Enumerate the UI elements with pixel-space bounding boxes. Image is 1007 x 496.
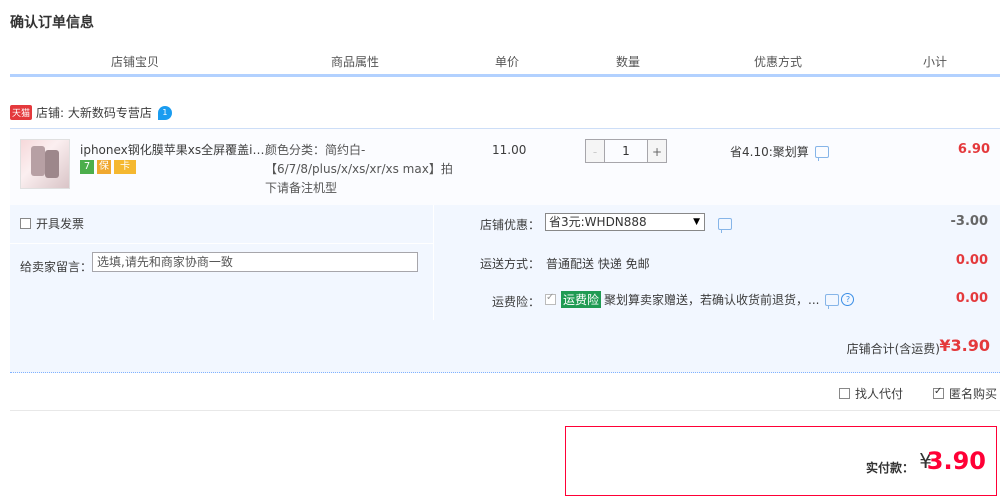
actual-payment-label: 实付款： [865,461,914,475]
quantity-increase-button[interactable]: + [647,139,667,163]
proxy-pay-label: 找人代付 [854,387,903,401]
proxy-pay-checkbox[interactable] [838,388,850,399]
dropdown-arrow-icon: ▼ [693,217,700,227]
product-sku: 颜色分类：简约白-【6/7/8/plus/x/xs/xr/xs max】拍下请备… [265,143,453,195]
message-label: 给卖家留言： [20,260,93,274]
discount-info: 省4.10:聚划算 [730,143,829,161]
coupon-label: 店铺优惠： [479,218,540,232]
order-options-panel: 开具发票 给卖家留言： 选填,请先和商家协商一致 店铺优惠： 省3元:WHDN8… [10,205,1000,321]
divider [10,410,1000,411]
coupon-selected-value: 省3元:WHDN888 [549,215,647,229]
shop-header: 天猫 店铺: 大新数码专营店 1 [10,104,172,121]
shop-total-label: 店铺合计(含运费) [846,342,940,356]
insurance-text: 聚划算卖家赠送，若确认收货前退货，... [604,293,820,307]
discount-label: 省4.10:聚划算 [730,145,809,159]
seven-day-return-icon[interactable]: 7 [80,160,94,174]
insurance-fee: 0.00 [955,291,988,306]
comment-icon[interactable] [718,218,732,233]
column-header-attributes: 商品属性 [330,55,379,69]
insurance-info: 运费险 聚划算卖家赠送，若确认收货前退货，... ? [545,291,855,309]
seller-message-input[interactable]: 选填,请先和商家协商一致 [92,252,418,272]
invoice-option[interactable]: 开具发票 [20,215,84,232]
invoice-checkbox[interactable] [20,218,31,229]
anonymous-purchase-option[interactable]: 匿名购买 [932,385,997,402]
shop-total-row: 店铺合计(含运费) ¥3.90 [10,320,1000,373]
guarantee-icon[interactable]: 保 [97,160,111,174]
comment-icon[interactable] [814,145,829,161]
options-left: 开具发票 给卖家留言： 选填,请先和商家协商一致 [10,205,434,321]
shop-name-link[interactable]: 店铺: 大新数码专营店 [36,104,152,121]
quantity-input[interactable]: 1 [605,139,647,163]
shipping-fee: 0.00 [955,253,988,268]
shipping-label: 运送方式： [479,257,540,271]
order-item-row: iphonex钢化膜苹果xs全屏覆盖iP... 7 保 卡 颜色分类：简约白-【… [10,128,1000,206]
coupon-select[interactable]: 省3元:WHDN888 ▼ [545,213,705,231]
column-header-discount: 优惠方式 [753,55,802,69]
quantity-decrease-button[interactable]: - [585,139,605,163]
insurance-label: 运费险： [491,295,540,309]
page-title: 确认订单信息 [10,15,94,31]
table-header: 店铺宝贝 商品属性 单价 数量 优惠方式 小计 [10,44,1000,77]
anonymous-purchase-checkbox[interactable] [932,386,944,399]
actual-payment-value: 3.90 [926,447,986,475]
product-title-link[interactable]: iphonex钢化膜苹果xs全屏覆盖iP... [80,141,265,158]
column-header-item: 店铺宝贝 [110,55,159,69]
tmall-icon: 天猫 [10,105,33,120]
column-header-quantity: 数量 [615,55,640,69]
anonymous-purchase-label: 匿名购买 [948,387,997,401]
item-subtotal: 6.90 [957,142,990,157]
credit-card-icon[interactable]: 卡 [114,160,136,174]
extra-options: 找人代付 匿名购买 [838,385,997,402]
column-header-unit-price: 单价 [494,55,519,69]
shop-total-value: ¥3.90 [939,336,990,355]
insurance-tag: 运费险 [561,291,602,308]
service-icons: 7 保 卡 [80,160,136,174]
column-header-subtotal: 小计 [922,55,947,69]
proxy-pay-option[interactable]: 找人代付 [838,385,903,402]
help-icon[interactable]: ? [841,293,855,306]
quantity-stepper: - 1 + [585,139,667,163]
insurance-checkbox [545,292,556,305]
invoice-label: 开具发票 [36,217,85,231]
coupon-discount-value: -3.00 [950,214,988,229]
comment-icon[interactable] [825,293,840,309]
product-thumbnail[interactable] [20,139,70,189]
wangwang-chat-icon[interactable]: 1 [157,105,172,120]
shipping-method: 普通配送 快递 免邮 [546,257,650,271]
unit-price: 11.00 [492,143,527,157]
